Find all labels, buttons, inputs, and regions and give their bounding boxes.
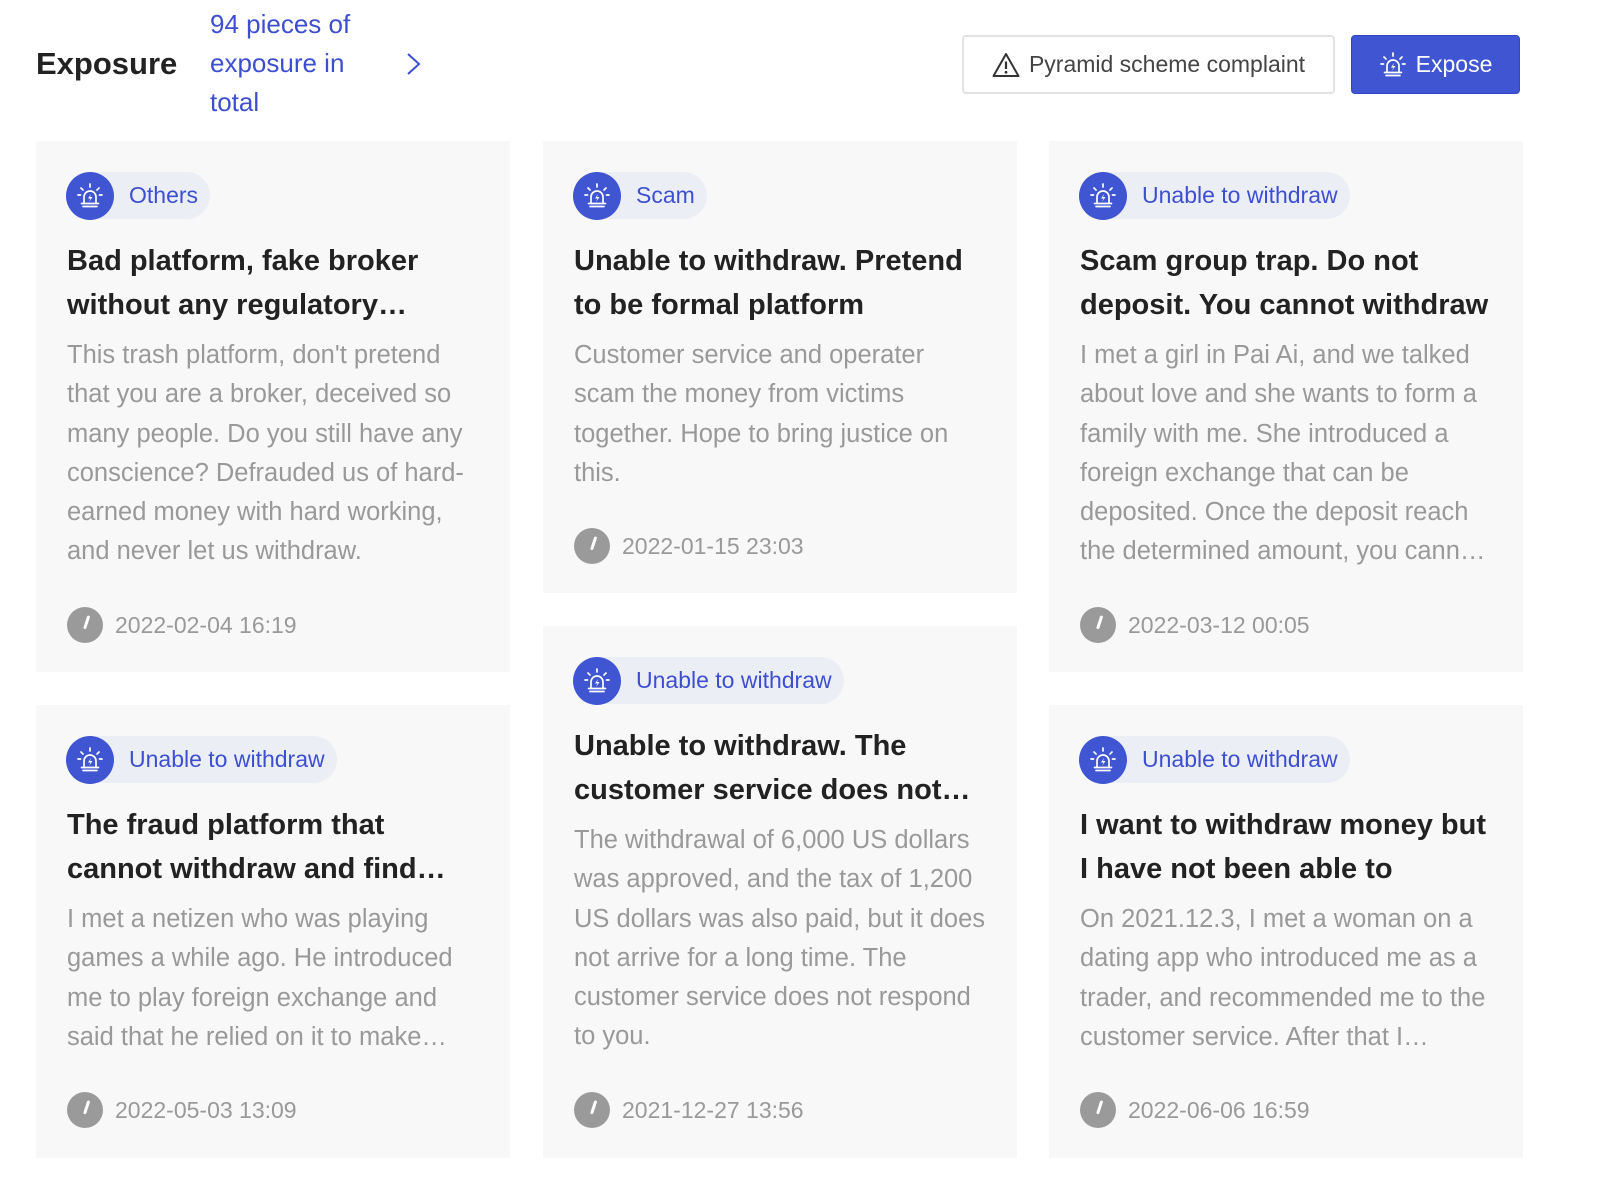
card-time: 2022-01-15 23:03 bbox=[574, 528, 804, 564]
total-exposure-link[interactable]: 94 pieces of exposure in total bbox=[210, 5, 385, 122]
exposure-card[interactable]: Others Bad platform, fake broker without… bbox=[36, 141, 510, 672]
exposure-card[interactable]: Scam Unable to withdraw. Pretend to be f… bbox=[543, 141, 1017, 593]
card-time-text: 2022-05-03 13:09 bbox=[115, 1096, 297, 1123]
alarm-icon bbox=[1379, 51, 1407, 79]
card-time: 2021-12-27 13:56 bbox=[574, 1092, 804, 1128]
page-header: Exposure 94 pieces of exposure in total … bbox=[0, 0, 1597, 140]
category-tag[interactable]: Unable to withdraw bbox=[1079, 171, 1350, 220]
alarm-icon bbox=[66, 735, 114, 784]
category-label: Unable to withdraw bbox=[636, 667, 832, 693]
card-title[interactable]: I want to withdraw money but I have not … bbox=[1080, 803, 1495, 891]
card-time-text: 2022-01-15 23:03 bbox=[622, 532, 804, 559]
category-label: Unable to withdraw bbox=[1142, 746, 1338, 772]
category-tag[interactable]: Unable to withdraw bbox=[573, 656, 844, 705]
alarm-icon bbox=[573, 656, 621, 705]
clock-icon bbox=[67, 1092, 103, 1128]
card-body: I met a netizen who was playing games a … bbox=[67, 905, 453, 1051]
card-time: 2022-03-12 00:05 bbox=[1080, 607, 1310, 643]
card-body: Customer service and operater scam the m… bbox=[574, 341, 949, 487]
category-label: Scam bbox=[636, 182, 695, 208]
pyramid-complaint-button[interactable]: Pyramid scheme complaint bbox=[962, 35, 1335, 94]
category-tag[interactable]: Scam bbox=[573, 171, 707, 220]
expose-button[interactable]: Expose bbox=[1351, 35, 1520, 94]
card-body: The withdrawal of 6,000 US dollars was a… bbox=[574, 826, 986, 1051]
card-title[interactable]: Bad platform, fake broker without any re… bbox=[67, 239, 482, 327]
alarm-icon bbox=[573, 171, 621, 220]
clock-icon bbox=[67, 607, 103, 643]
category-label: Others bbox=[129, 182, 199, 208]
category-tag[interactable]: Unable to withdraw bbox=[66, 735, 337, 784]
exposure-card[interactable]: Unable to withdraw I want to withdraw mo… bbox=[1049, 705, 1523, 1158]
expose-label: Expose bbox=[1415, 51, 1493, 77]
card-time-text: 2021-12-27 13:56 bbox=[622, 1096, 804, 1123]
card-time-text: 2022-03-12 00:05 bbox=[1128, 611, 1310, 638]
alarm-icon bbox=[1079, 171, 1127, 220]
exposure-card[interactable]: Unable to withdraw Unable to withdraw. T… bbox=[543, 626, 1017, 1158]
clock-icon bbox=[574, 1092, 610, 1128]
category-tag[interactable]: Unable to withdraw bbox=[1079, 735, 1350, 784]
alarm-icon bbox=[66, 171, 114, 220]
chevron-right-icon[interactable] bbox=[402, 50, 426, 78]
card-time: 2022-02-04 16:19 bbox=[67, 607, 297, 643]
clock-icon bbox=[574, 528, 610, 564]
card-title[interactable]: Unable to withdraw. Pretend to be formal… bbox=[574, 239, 989, 327]
category-tag[interactable]: Others bbox=[66, 171, 211, 220]
pyramid-complaint-label: Pyramid scheme complaint bbox=[1028, 51, 1306, 77]
card-title[interactable]: Scam group trap. Do not deposit. You can… bbox=[1080, 239, 1495, 327]
exposure-card[interactable]: Unable to withdraw Scam group trap. Do n… bbox=[1049, 141, 1523, 672]
card-body: This trash platform, don't pretend that … bbox=[67, 341, 464, 566]
card-title[interactable]: The fraud platform that cannot withdraw … bbox=[67, 803, 482, 891]
card-time-text: 2022-06-06 16:59 bbox=[1128, 1096, 1310, 1123]
card-body: On 2021.12.3, I met a woman on a dating … bbox=[1080, 905, 1486, 1051]
category-label: Unable to withdraw bbox=[129, 746, 325, 772]
card-time: 2022-06-06 16:59 bbox=[1080, 1092, 1310, 1128]
page-title: Exposure bbox=[36, 46, 178, 81]
category-label: Unable to withdraw bbox=[1142, 182, 1338, 208]
card-title[interactable]: Unable to withdraw. The customer service… bbox=[574, 724, 989, 812]
card-time-text: 2022-02-04 16:19 bbox=[115, 611, 297, 638]
clock-icon bbox=[1080, 1092, 1116, 1128]
exposure-card[interactable]: Unable to withdraw The fraud platform th… bbox=[36, 705, 510, 1158]
card-time: 2022-05-03 13:09 bbox=[67, 1092, 297, 1128]
card-body: I met a girl in Pai Ai, and we talked ab… bbox=[1080, 341, 1482, 566]
alarm-icon bbox=[1079, 735, 1127, 784]
warning-icon bbox=[992, 52, 1020, 78]
clock-icon bbox=[1080, 607, 1116, 643]
